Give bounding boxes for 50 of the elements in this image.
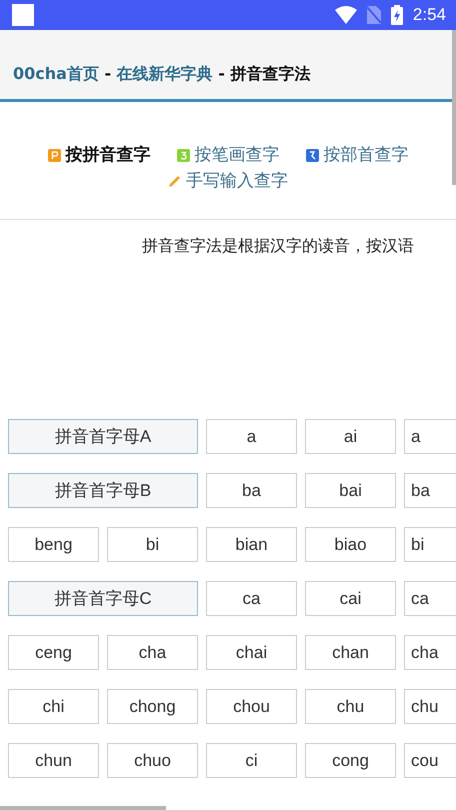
pinyin-button[interactable]: bai bbox=[305, 473, 396, 508]
pinyin-button[interactable]: ceng bbox=[8, 635, 99, 670]
pinyin-button[interactable]: chun bbox=[8, 743, 99, 778]
initial-letter-button[interactable]: 拼音首字母B bbox=[8, 473, 198, 508]
pinyin-button[interactable]: beng bbox=[8, 527, 99, 562]
pinyin-button[interactable]: ci bbox=[206, 743, 297, 778]
pinyin-button[interactable]: bi bbox=[404, 527, 456, 562]
pinyin-button[interactable]: cha bbox=[107, 635, 198, 670]
breadcrumb-link[interactable]: 在线新华字典 bbox=[116, 64, 213, 83]
wifi-icon bbox=[334, 6, 357, 24]
search-mode-tab[interactable]: 按笔画查字 bbox=[194, 142, 280, 168]
pinyin-button[interactable]: chan bbox=[305, 635, 396, 670]
search-mode-tab[interactable]: 按拼音查字 bbox=[66, 142, 150, 168]
breadcrumb-separator: - bbox=[104, 64, 112, 83]
no-sim-icon bbox=[366, 6, 381, 24]
battery-icon bbox=[390, 5, 403, 25]
search-mode-tab[interactable]: 按部首查字 bbox=[324, 142, 408, 168]
pinyin-button[interactable]: cong bbox=[305, 743, 396, 778]
pinyin-button[interactable]: biao bbox=[305, 527, 396, 562]
breadcrumb-separator: - bbox=[217, 64, 226, 83]
search-mode-tab[interactable]: 手写输入查字 bbox=[186, 168, 288, 194]
number-three-icon bbox=[176, 148, 190, 162]
pinyin-button[interactable]: chong bbox=[107, 689, 198, 724]
pinyin-button[interactable]: ca bbox=[404, 581, 456, 616]
pencil-icon bbox=[168, 174, 181, 188]
pinyin-button[interactable]: chuo bbox=[107, 743, 198, 778]
app-notification-icon bbox=[12, 4, 34, 26]
pinyin-button[interactable]: cai bbox=[305, 581, 396, 616]
pinyin-button[interactable]: ba bbox=[206, 473, 297, 508]
pinyin-button[interactable]: chu bbox=[305, 689, 396, 724]
page-title: 拼音查字法 bbox=[230, 64, 310, 83]
pinyin-button[interactable]: chai bbox=[206, 635, 297, 670]
pinyin-button[interactable]: chou bbox=[206, 689, 297, 724]
pinyin-button[interactable]: cha bbox=[404, 635, 456, 670]
intro-text: 拼音查字法是根据汉字的读音，按汉语 bbox=[142, 236, 415, 257]
pinyin-button[interactable]: cou bbox=[404, 743, 456, 778]
initial-letter-button[interactable]: 拼音首字母C bbox=[8, 581, 198, 616]
pinyin-button[interactable]: chi bbox=[8, 689, 99, 724]
pinyin-button[interactable]: ai bbox=[305, 419, 396, 454]
pinyin-button[interactable]: chu bbox=[404, 689, 456, 724]
pinyin-button[interactable]: bi bbox=[107, 527, 198, 562]
initial-letter-button[interactable]: 拼音首字母A bbox=[8, 419, 198, 454]
clock-time: 2:54 bbox=[412, 5, 446, 25]
pinyin-button[interactable]: ca bbox=[206, 581, 297, 616]
pinyin-button[interactable]: a bbox=[206, 419, 297, 454]
breadcrumb-link[interactable]: 00cha首页 bbox=[13, 64, 99, 83]
pinyin-button[interactable]: ba bbox=[404, 473, 456, 508]
pinyin-button[interactable]: a bbox=[404, 419, 456, 454]
pinyin-button[interactable]: bian bbox=[206, 527, 297, 562]
letter-p-icon bbox=[48, 148, 60, 162]
